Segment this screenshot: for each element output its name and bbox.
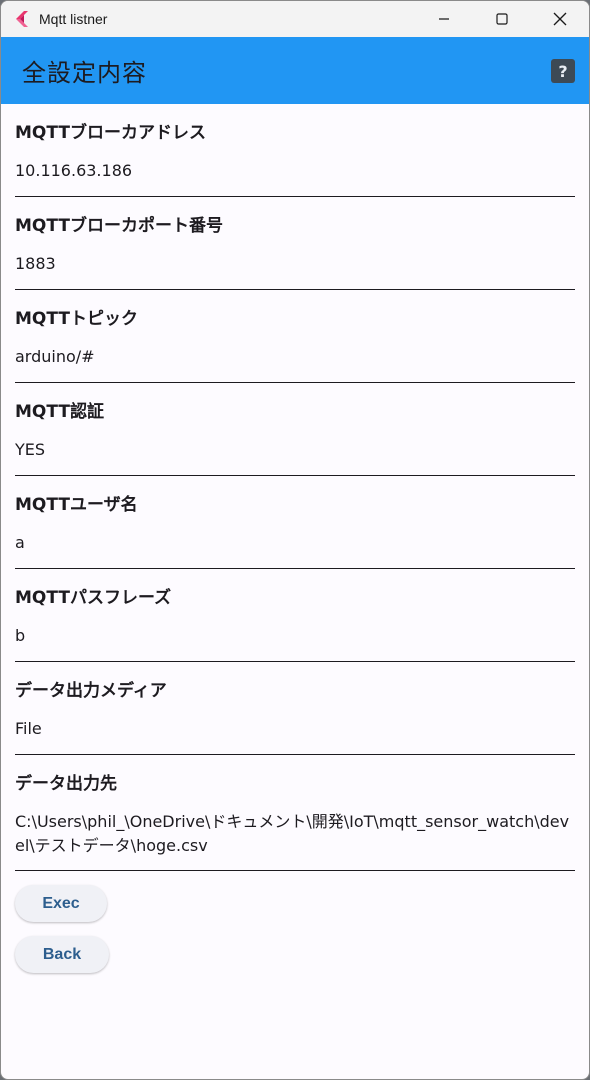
title-bar[interactable]: Mqtt listner xyxy=(1,1,589,37)
close-button[interactable] xyxy=(531,1,589,37)
passphrase-field: MQTTパスフレーズ b xyxy=(15,569,575,662)
field-label: MQTTブローカポート番号 xyxy=(15,216,223,236)
settings-list: MQTTブローカアドレス 10.116.63.186 MQTTブローカポート番号… xyxy=(1,104,589,973)
field-label: MQTT認証 xyxy=(15,402,104,422)
maximize-button[interactable] xyxy=(473,1,531,37)
broker-address-field: MQTTブローカアドレス 10.116.63.186 xyxy=(15,104,575,197)
window-controls xyxy=(415,1,589,37)
field-label: データ出力先 xyxy=(15,774,117,794)
field-value: a xyxy=(15,533,25,552)
minimize-button[interactable] xyxy=(415,1,473,37)
app-window: Mqtt listner 全設定内容 ? MQTTブローカアドレス 10.116… xyxy=(0,0,590,1080)
output-media-field: データ出力メディア File xyxy=(15,662,575,755)
flutter-icon xyxy=(13,10,31,28)
field-value: b xyxy=(15,626,26,645)
help-label: ? xyxy=(558,61,568,81)
field-value: File xyxy=(15,719,42,738)
field-value: arduino/# xyxy=(15,347,95,366)
page-title: 全設定内容 xyxy=(22,59,147,87)
field-value: 10.116.63.186 xyxy=(15,161,133,180)
username-field: MQTTユーザ名 a xyxy=(15,476,575,569)
auth-field: MQTT認証 YES xyxy=(15,383,575,476)
exec-button[interactable]: Exec xyxy=(15,885,107,922)
close-icon xyxy=(553,12,567,26)
back-button[interactable]: Back xyxy=(15,936,109,973)
app-bar: 全設定内容 ? xyxy=(1,37,589,104)
field-label: MQTTブローカアドレス xyxy=(15,123,206,143)
minimize-icon xyxy=(439,18,449,20)
field-value: 1883 xyxy=(15,254,56,273)
field-label: データ出力メディア xyxy=(15,681,167,701)
output-destination-field: データ出力先 C:\Users\phil_\OneDrive\ドキュメント\開発… xyxy=(15,755,575,871)
topic-field: MQTTトピック arduino/# xyxy=(15,290,575,383)
field-label: MQTTトピック xyxy=(15,309,138,329)
maximize-icon xyxy=(496,13,508,25)
field-value: YES xyxy=(15,440,46,459)
window-title: Mqtt listner xyxy=(39,11,108,27)
field-value: C:\Users\phil_\OneDrive\ドキュメント\開発\IoT\mq… xyxy=(15,812,570,855)
broker-port-field: MQTTブローカポート番号 1883 xyxy=(15,197,575,290)
field-label: MQTTユーザ名 xyxy=(15,495,138,515)
field-label: MQTTパスフレーズ xyxy=(15,588,172,608)
help-icon[interactable]: ? xyxy=(551,59,575,83)
